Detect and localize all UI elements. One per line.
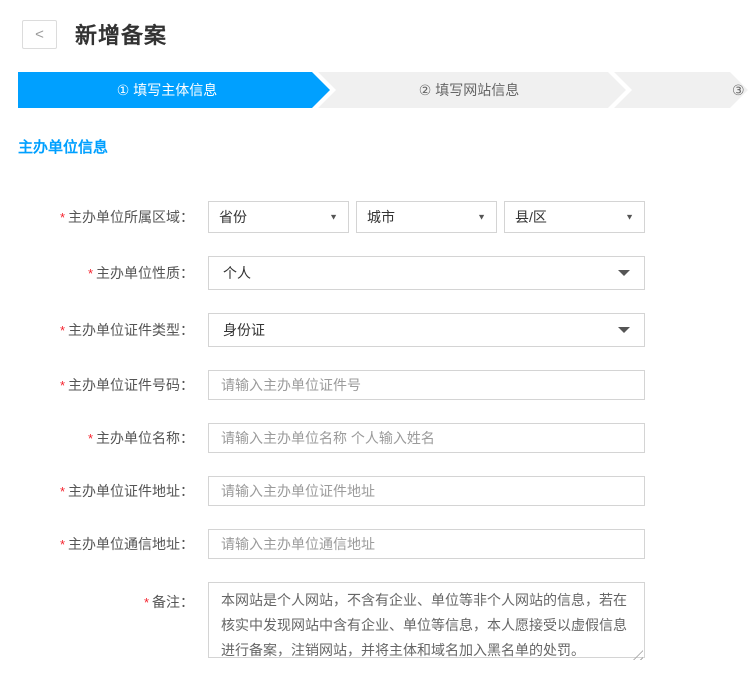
step-1-label: ① 填写主体信息 — [117, 80, 217, 100]
dropdown-arrow-icon: ▼ — [625, 213, 634, 222]
cert-number-input[interactable] — [208, 370, 645, 400]
form-row-region: *主办单位所属区域： 省份 ▼ 城市 ▼ 县/区 ▼ — [0, 201, 748, 233]
province-select[interactable]: 省份 ▼ — [208, 201, 349, 233]
step-1-fill-subject-info: ① 填写主体信息 — [18, 72, 330, 108]
remarks-textarea[interactable]: 本网站是个人网站，不含有企业、单位等非个人网站的信息，若在核实中发现网站中含有企… — [208, 582, 645, 658]
cert-type-label: *主办单位证件类型： — [0, 320, 208, 340]
province-select-value: 省份 — [219, 207, 247, 227]
comm-address-input[interactable] — [208, 529, 645, 559]
cert-address-input[interactable] — [208, 476, 645, 506]
step-2-label: ② 填写网站信息 — [419, 80, 519, 100]
required-asterisk: * — [88, 266, 93, 281]
organizer-nature-value: 个人 — [223, 263, 251, 283]
city-select[interactable]: 城市 ▼ — [356, 201, 497, 233]
remarks-label: *备注： — [0, 582, 208, 612]
city-select-value: 城市 — [367, 207, 395, 227]
required-asterisk: * — [60, 210, 65, 225]
back-button[interactable]: < — [22, 20, 57, 49]
page-title: 新增备案 — [75, 18, 167, 50]
cert-type-select[interactable]: 身份证 — [208, 313, 645, 347]
chevron-left-icon: < — [35, 26, 44, 43]
caret-down-icon — [618, 270, 630, 276]
form-row-remarks: *备注： 本网站是个人网站，不含有企业、单位等非个人网站的信息，若在核实中发现网… — [0, 582, 748, 663]
step-3-partial: ③ — [614, 72, 748, 108]
organizer-name-label: *主办单位名称： — [0, 428, 208, 448]
required-asterisk: * — [60, 323, 65, 338]
dropdown-arrow-icon: ▼ — [477, 213, 486, 222]
section-title-organizer-info: 主办单位信息 — [18, 136, 748, 157]
organizer-name-input[interactable] — [208, 423, 645, 453]
form-row-organizer-name: *主办单位名称： — [0, 423, 748, 453]
region-selects: 省份 ▼ 城市 ▼ 县/区 ▼ — [208, 201, 645, 233]
district-select-value: 县/区 — [515, 207, 547, 227]
form-row-cert-type: *主办单位证件类型： 身份证 — [0, 313, 748, 347]
region-label: *主办单位所属区域： — [0, 207, 208, 227]
form-row-organizer-nature: *主办单位性质： 个人 — [0, 256, 748, 290]
organizer-info-form: *主办单位所属区域： 省份 ▼ 城市 ▼ 县/区 ▼ *主办单位性质： 个人 — [0, 201, 748, 663]
form-row-cert-address: *主办单位证件地址： — [0, 476, 748, 506]
step-progress-bar: ① 填写主体信息 ② 填写网站信息 ③ — [18, 72, 748, 108]
form-row-cert-number: *主办单位证件号码： — [0, 370, 748, 400]
required-asterisk: * — [60, 537, 65, 552]
form-row-comm-address: *主办单位通信地址： — [0, 529, 748, 559]
organizer-nature-label: *主办单位性质： — [0, 263, 208, 283]
comm-address-label: *主办单位通信地址： — [0, 534, 208, 554]
cert-address-label: *主办单位证件地址： — [0, 481, 208, 501]
caret-down-icon — [618, 327, 630, 333]
required-asterisk: * — [60, 484, 65, 499]
step-2-fill-website-info: ② 填写网站信息 — [318, 72, 626, 108]
cert-number-label: *主办单位证件号码： — [0, 375, 208, 395]
required-asterisk: * — [60, 378, 65, 393]
required-asterisk: * — [144, 595, 149, 610]
cert-type-value: 身份证 — [223, 320, 265, 340]
organizer-nature-select[interactable]: 个人 — [208, 256, 645, 290]
district-select[interactable]: 县/区 ▼ — [504, 201, 645, 233]
page-header: < 新增备案 — [0, 0, 748, 50]
dropdown-arrow-icon: ▼ — [329, 213, 338, 222]
step-3-label: ③ — [732, 82, 745, 99]
required-asterisk: * — [88, 431, 93, 446]
